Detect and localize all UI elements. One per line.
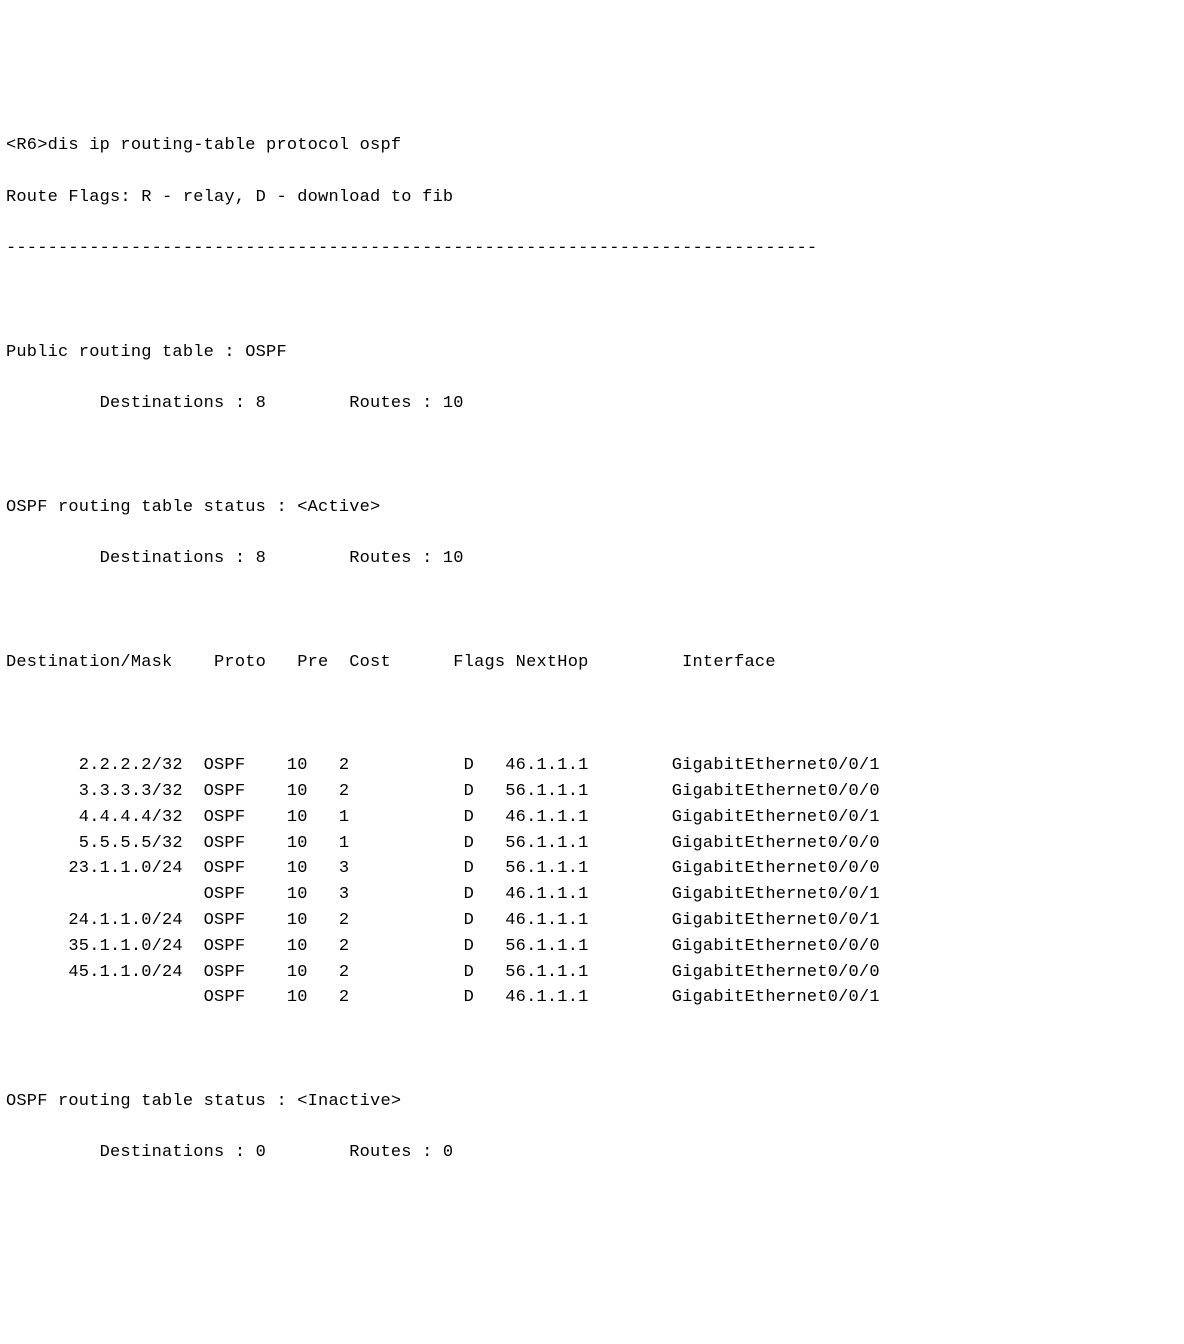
active-status-title: OSPF routing table status : <Active> <box>6 495 1178 521</box>
table-row: 5.5.5.5/32 OSPF 10 1 D 56.1.1.1 GigabitE… <box>6 831 1178 857</box>
table-row: 45.1.1.0/24 OSPF 10 2 D 56.1.1.1 Gigabit… <box>6 960 1178 986</box>
command-text: dis ip routing-table protocol ospf <box>48 136 402 155</box>
blank-line <box>6 701 1178 727</box>
inactive-status-counts: Destinations : 0 Routes : 0 <box>6 1140 1178 1166</box>
table-row: 24.1.1.0/24 OSPF 10 2 D 46.1.1.1 Gigabit… <box>6 908 1178 934</box>
public-table-counts: Destinations : 8 Routes : 10 <box>6 391 1178 417</box>
table-row: OSPF 10 2 D 46.1.1.1 GigabitEthernet0/0/… <box>6 985 1178 1011</box>
divider-line: ----------------------------------------… <box>6 236 1178 262</box>
terminal-output: <R6>dis ip routing-table protocol ospf R… <box>6 107 1178 1192</box>
active-status-counts: Destinations : 8 Routes : 10 <box>6 546 1178 572</box>
table-row: 2.2.2.2/32 OSPF 10 2 D 46.1.1.1 GigabitE… <box>6 753 1178 779</box>
routes-table: 2.2.2.2/32 OSPF 10 2 D 46.1.1.1 GigabitE… <box>6 753 1178 1011</box>
prompt: <R6> <box>6 136 48 155</box>
inactive-status-title: OSPF routing table status : <Inactive> <box>6 1089 1178 1115</box>
blank-line <box>6 288 1178 314</box>
table-row: OSPF 10 3 D 46.1.1.1 GigabitEthernet0/0/… <box>6 882 1178 908</box>
blank-line <box>6 443 1178 469</box>
blank-line <box>6 1037 1178 1063</box>
table-row: 3.3.3.3/32 OSPF 10 2 D 56.1.1.1 GigabitE… <box>6 779 1178 805</box>
table-row: 35.1.1.0/24 OSPF 10 2 D 56.1.1.1 Gigabit… <box>6 934 1178 960</box>
command-line: <R6>dis ip routing-table protocol ospf <box>6 133 1178 159</box>
blank-line <box>6 598 1178 624</box>
route-flags-line: Route Flags: R - relay, D - download to … <box>6 185 1178 211</box>
table-row: 4.4.4.4/32 OSPF 10 1 D 46.1.1.1 GigabitE… <box>6 805 1178 831</box>
table-row: 23.1.1.0/24 OSPF 10 3 D 56.1.1.1 Gigabit… <box>6 856 1178 882</box>
public-table-title: Public routing table : OSPF <box>6 340 1178 366</box>
